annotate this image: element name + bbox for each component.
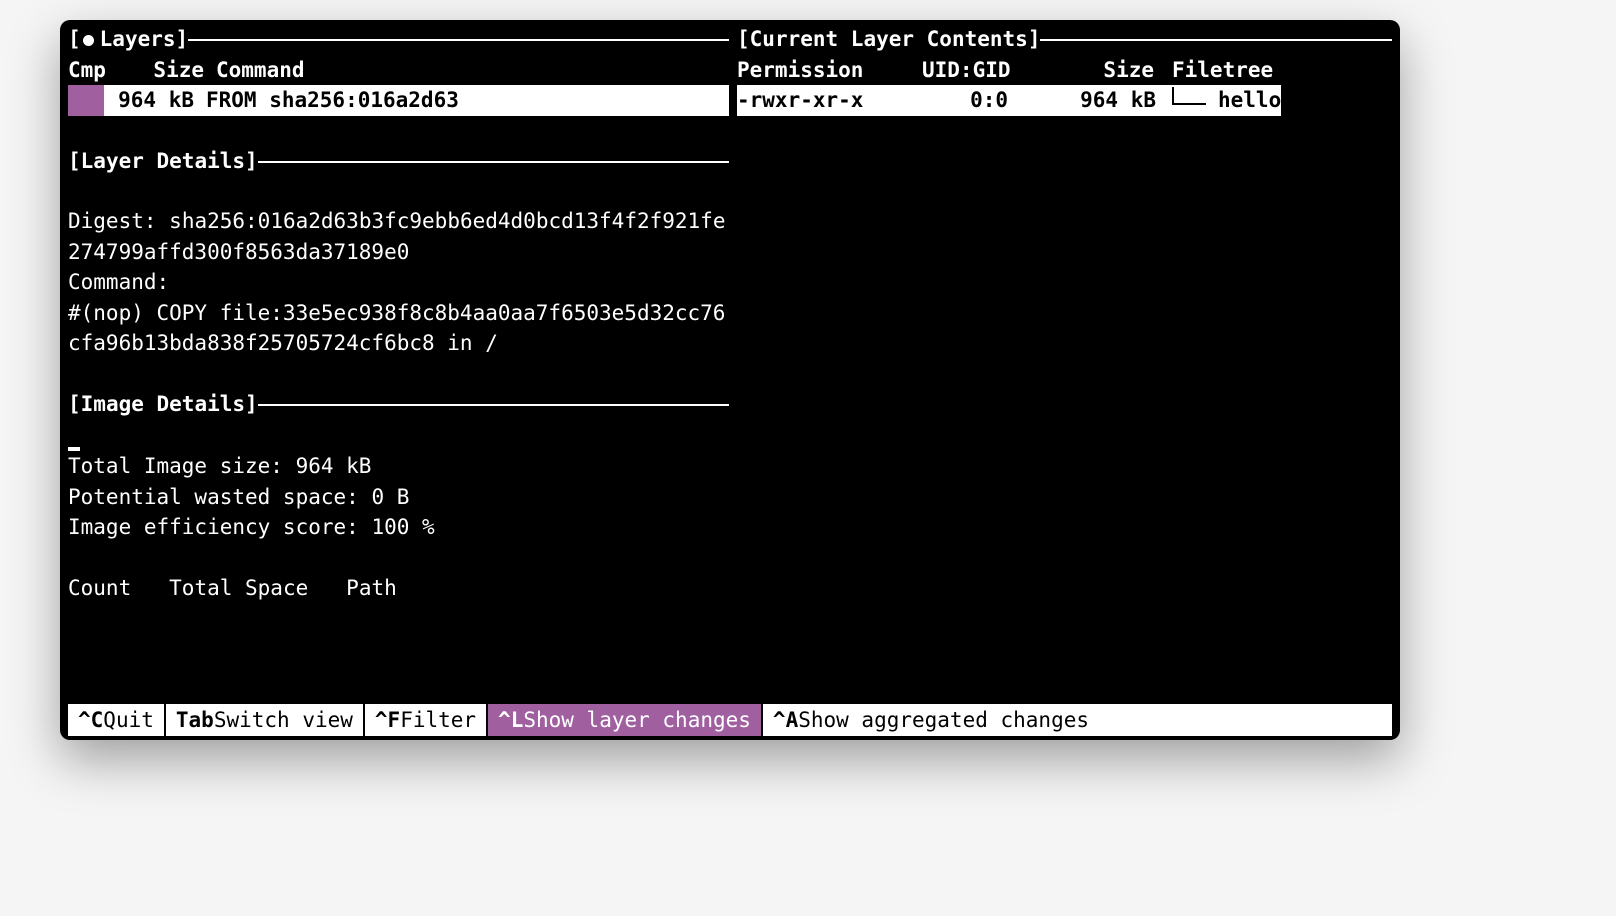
- key-tab: Tab: [176, 705, 214, 736]
- filetree-columns-header: Permission UID:GID Size Filetree: [737, 55, 1392, 86]
- file-name: hello: [1218, 85, 1281, 116]
- rule-line: [258, 404, 729, 406]
- key-ctrl-f: ^F: [375, 705, 400, 736]
- command-label-line: Command:: [68, 267, 729, 298]
- filetree-row-wrap: -rwxr-xr-x 0:0 964 kB hello: [737, 85, 1392, 116]
- tree-branch-icon: [1172, 87, 1206, 105]
- active-panel-indicator-icon: [83, 35, 94, 46]
- col-uidgid: UID:GID: [922, 55, 1042, 86]
- right-pane: [Current Layer Contents] Permission UID:…: [733, 24, 1392, 704]
- col-permission: Permission: [737, 55, 922, 86]
- footer-aggregated-label: Show aggregated changes: [798, 705, 1089, 736]
- layer-details-panel: [Layer Details] Digest: sha256:016a2d63b…: [68, 146, 729, 359]
- digest-label: Digest:: [68, 209, 157, 233]
- cursor-line: [68, 419, 729, 451]
- wasted-label: Potential wasted space:: [68, 485, 359, 509]
- col-total-space: Total Space: [169, 576, 308, 600]
- key-ctrl-c: ^C: [78, 705, 103, 736]
- footer-filter[interactable]: ^F Filter: [365, 704, 488, 736]
- main-columns: [Layers] Cmp Size Command 964 kB FROM sh…: [68, 24, 1392, 704]
- total-size-line: Total Image size: 964 kB: [68, 451, 729, 482]
- image-details-panel: [Image Details] Total Image size: 964 kB…: [68, 389, 729, 604]
- file-size: 964 kB: [1042, 85, 1172, 116]
- digest-value: sha256:016a2d63b3fc9ebb6ed4d0bcd13f4f2f9…: [68, 209, 725, 264]
- layer-details-title-text: Layer Details: [81, 149, 245, 173]
- total-size-value: 964 kB: [296, 454, 372, 478]
- footer-filter-label: Filter: [400, 705, 476, 736]
- layer-row-selected: 964 kB FROM sha256:016a2d63: [104, 85, 729, 116]
- file-uidgid: 0:0: [922, 85, 1042, 116]
- col-cmp: Cmp: [68, 55, 116, 86]
- col-size: Size: [116, 55, 216, 86]
- layers-columns-header: Cmp Size Command: [68, 55, 729, 86]
- contents-title-text: Current Layer Contents: [750, 27, 1028, 51]
- footer-layerchanges-label: Show layer changes: [523, 705, 751, 736]
- col-filesize: Size: [1042, 55, 1172, 86]
- col-count: Count: [68, 576, 131, 600]
- digest-line: Digest: sha256:016a2d63b3fc9ebb6ed4d0bcd…: [68, 206, 729, 267]
- footer-switch-view[interactable]: Tab Switch view: [166, 704, 365, 736]
- rule-line: [1040, 39, 1392, 41]
- footer-switch-label: Switch view: [214, 705, 353, 736]
- layer-command: FROM sha256:016a2d63: [204, 85, 729, 116]
- layer-size: 964 kB: [104, 85, 204, 116]
- wasted-table-header: Count Total Space Path: [68, 573, 729, 604]
- footer-quit[interactable]: ^C Quit: [68, 704, 166, 736]
- layers-panel-title: [Layers]: [68, 24, 729, 55]
- total-size-label: Total Image size:: [68, 454, 283, 478]
- left-pane: [Layers] Cmp Size Command 964 kB FROM sh…: [68, 24, 733, 704]
- rule-line: [258, 161, 729, 163]
- filetree-row[interactable]: -rwxr-xr-x 0:0 964 kB hello: [737, 85, 1281, 116]
- rule-line: [188, 39, 729, 41]
- file-permission: -rwxr-xr-x: [737, 85, 922, 116]
- wasted-value: 0 B: [371, 485, 409, 509]
- key-ctrl-l: ^L: [498, 705, 523, 736]
- footer-quit-label: Quit: [103, 705, 154, 736]
- keybinding-footer: ^C Quit Tab Switch view ^F Filter ^L Sho…: [68, 704, 1392, 736]
- col-filetree: Filetree: [1172, 55, 1392, 86]
- image-details-title: [Image Details]: [68, 389, 729, 420]
- footer-show-aggregated-changes[interactable]: ^A Show aggregated changes: [763, 704, 1392, 736]
- col-command: Command: [216, 55, 729, 86]
- layer-details-title: [Layer Details]: [68, 146, 729, 177]
- file-treecell: hello: [1172, 85, 1281, 116]
- cmp-indicator-icon: [68, 85, 104, 116]
- layers-title-text: Layers: [100, 27, 176, 51]
- layer-row[interactable]: 964 kB FROM sha256:016a2d63: [68, 85, 729, 116]
- efficiency-label: Image efficiency score:: [68, 515, 359, 539]
- terminal-window: [Layers] Cmp Size Command 964 kB FROM sh…: [60, 20, 1400, 740]
- efficiency-line: Image efficiency score: 100 %: [68, 512, 729, 543]
- footer-show-layer-changes[interactable]: ^L Show layer changes: [488, 704, 763, 736]
- command-value-line: #(nop) COPY file:33e5ec938f8c8b4aa0aa7f6…: [68, 298, 729, 359]
- efficiency-value: 100 %: [371, 515, 434, 539]
- col-path: Path: [346, 576, 397, 600]
- contents-panel-title: [Current Layer Contents]: [737, 24, 1392, 55]
- wasted-line: Potential wasted space: 0 B: [68, 482, 729, 513]
- key-ctrl-a: ^A: [773, 705, 798, 736]
- image-details-title-text: Image Details: [81, 392, 245, 416]
